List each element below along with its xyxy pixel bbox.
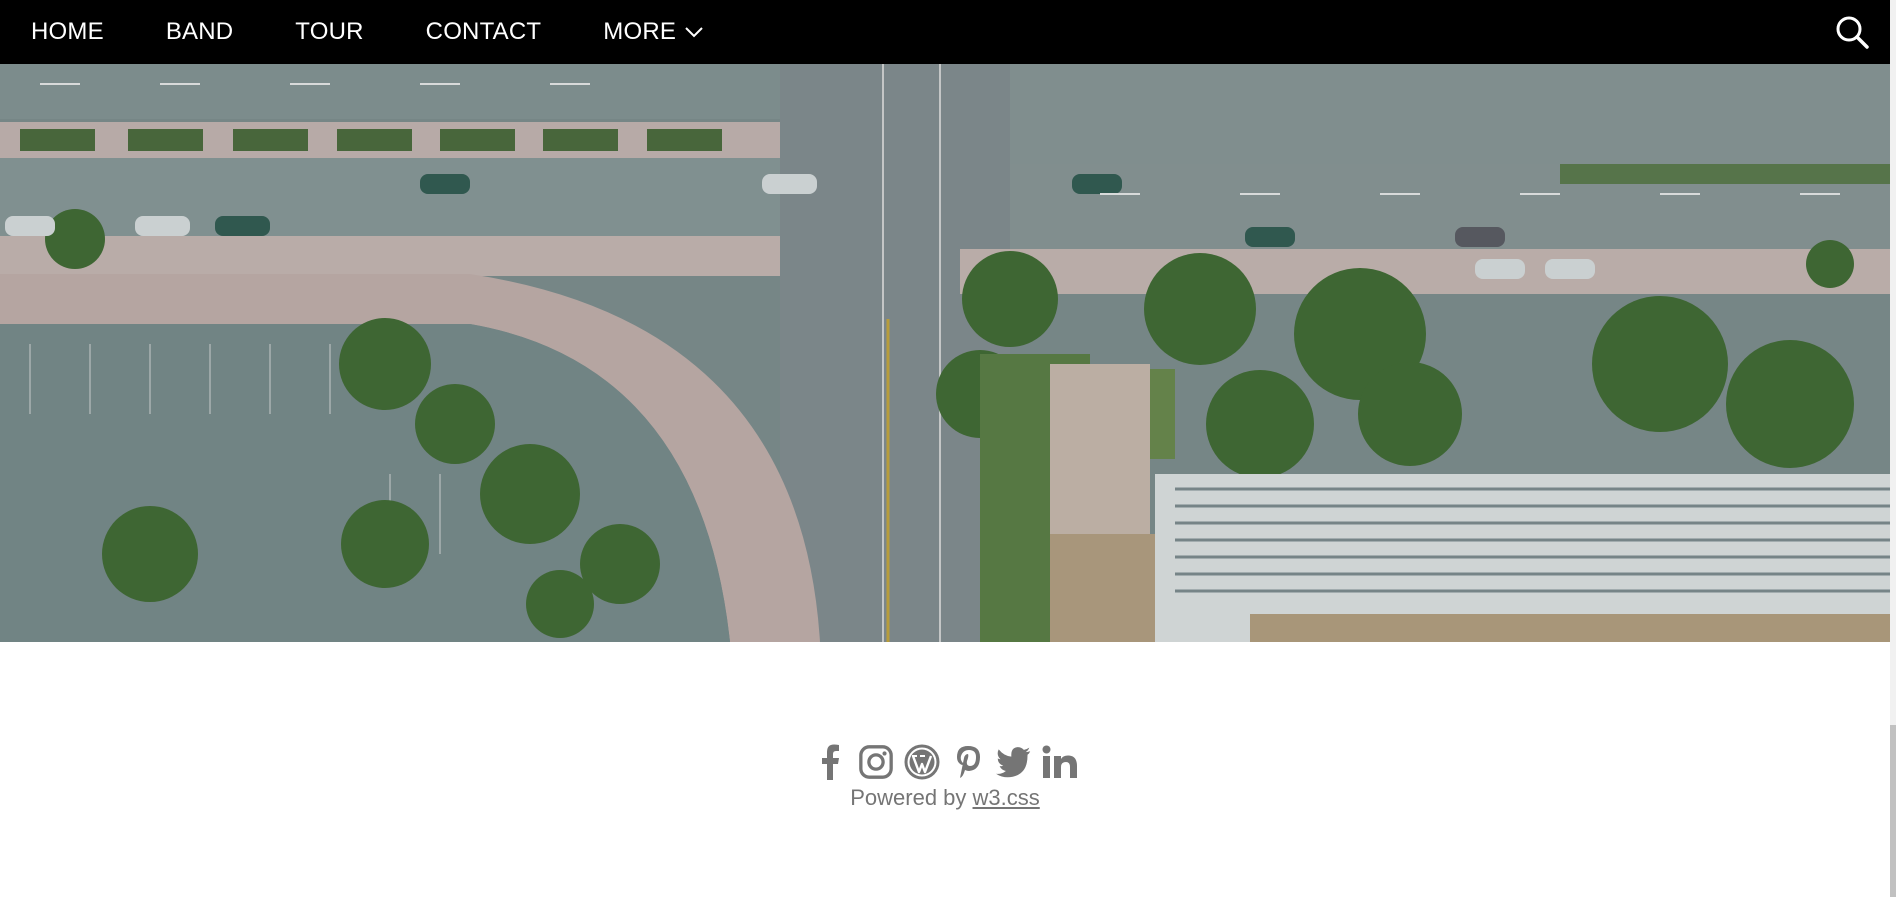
aerial-city-photo — [0, 64, 1890, 642]
linkedin-icon[interactable] — [1042, 742, 1078, 782]
search-icon[interactable] — [1834, 14, 1870, 50]
hero-image — [0, 64, 1890, 642]
nav-contact[interactable]: CONTACT — [395, 0, 573, 64]
nav-tour[interactable]: TOUR — [264, 0, 394, 64]
powered-by-text: Powered by w3.css — [0, 785, 1890, 811]
top-navbar: HOME BAND TOUR CONTACT MORE — [0, 0, 1890, 64]
footer: Powered by w3.css — [0, 642, 1890, 897]
scrollbar-thumb[interactable] — [1890, 725, 1896, 897]
w3css-link[interactable]: w3.css — [973, 785, 1040, 810]
social-icons-row — [0, 742, 1890, 782]
wordpress-icon[interactable] — [904, 742, 940, 782]
nav-band[interactable]: BAND — [135, 0, 264, 64]
instagram-icon[interactable] — [858, 742, 894, 782]
nav-more-label: MORE — [603, 18, 677, 45]
pinterest-icon[interactable] — [950, 742, 986, 782]
page-scrollbar[interactable] — [1890, 0, 1896, 897]
facebook-icon[interactable] — [812, 742, 848, 782]
twitter-icon[interactable] — [996, 742, 1032, 782]
powered-by-prefix: Powered by — [850, 785, 973, 810]
nav-more-dropdown[interactable]: MORE — [572, 0, 735, 64]
chevron-down-icon — [685, 27, 703, 38]
nav-home[interactable]: HOME — [0, 0, 135, 64]
